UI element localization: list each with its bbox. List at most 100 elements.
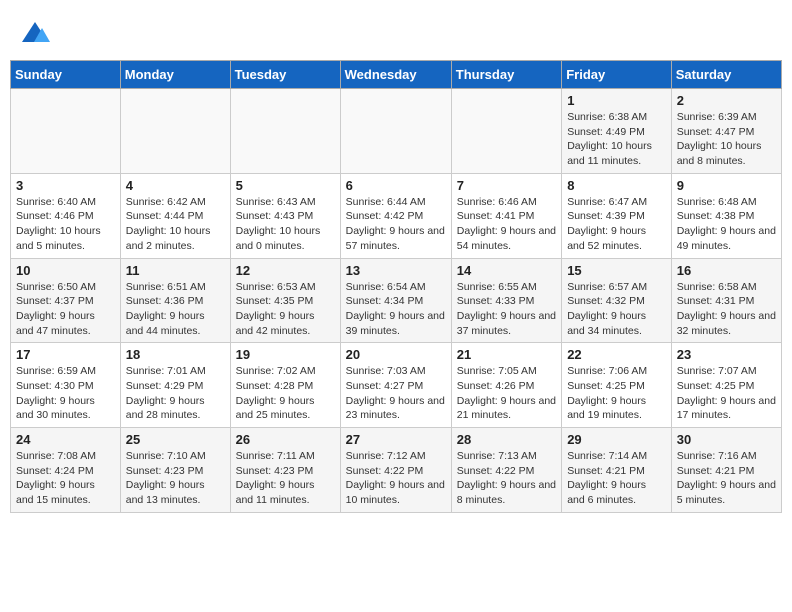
calendar-day-cell: 17 Sunrise: 6:59 AM Sunset: 4:30 PM Dayli… (11, 343, 121, 428)
day-number: 29 (567, 432, 666, 447)
day-number: 26 (236, 432, 335, 447)
calendar-day-cell: 26 Sunrise: 7:11 AM Sunset: 4:23 PM Dayli… (230, 428, 340, 513)
day-number: 27 (346, 432, 446, 447)
day-number: 5 (236, 178, 335, 193)
calendar-day-cell: 30Sunrise: 7:16 AM Sunset: 4:21 PM Dayli… (671, 428, 781, 513)
day-number: 13 (346, 263, 446, 278)
calendar-day-cell: 1 Sunrise: 6:38 AM Sunset: 4:49 PM Daylig… (562, 89, 672, 174)
calendar-day-cell: 7 Sunrise: 6:46 AM Sunset: 4:41 PM Daylig… (451, 173, 561, 258)
day-number: 4 (126, 178, 225, 193)
calendar-day-cell: 8 Sunrise: 6:47 AM Sunset: 4:39 PM Daylig… (562, 173, 672, 258)
calendar-weekday-header: Wednesday (340, 61, 451, 89)
calendar-weekday-header: Thursday (451, 61, 561, 89)
calendar-day-cell: 29Sunrise: 7:14 AM Sunset: 4:21 PM Dayli… (562, 428, 672, 513)
day-number: 24 (16, 432, 115, 447)
day-info: Sunrise: 6:44 AM Sunset: 4:42 PM Dayligh… (346, 195, 446, 254)
day-info: Sunrise: 6:53 AM Sunset: 4:35 PM Dayligh… (236, 280, 335, 339)
calendar-day-cell: 3 Sunrise: 6:40 AM Sunset: 4:46 PM Daylig… (11, 173, 121, 258)
day-info: Sunrise: 6:48 AM Sunset: 4:38 PM Dayligh… (677, 195, 776, 254)
day-number: 2 (677, 93, 776, 108)
calendar-day-cell: 27 Sunrise: 7:12 AM Sunset: 4:22 PM Dayli… (340, 428, 451, 513)
calendar-weekday-header: Sunday (11, 61, 121, 89)
calendar-weekday-header: Monday (120, 61, 230, 89)
day-info: Sunrise: 6:46 AM Sunset: 4:41 PM Dayligh… (457, 195, 556, 254)
calendar-day-cell: 11Sunrise: 6:51 AM Sunset: 4:36 PM Dayli… (120, 258, 230, 343)
calendar-day-cell: 15 Sunrise: 6:57 AM Sunset: 4:32 PM Dayli… (562, 258, 672, 343)
day-info: Sunrise: 6:55 AM Sunset: 4:33 PM Dayligh… (457, 280, 556, 339)
calendar-day-cell: 23 Sunrise: 7:07 AM Sunset: 4:25 PM Dayli… (671, 343, 781, 428)
calendar-day-cell: 24 Sunrise: 7:08 AM Sunset: 4:24 PM Dayli… (11, 428, 121, 513)
day-number: 1 (567, 93, 666, 108)
calendar-day-cell: 9 Sunrise: 6:48 AM Sunset: 4:38 PM Daylig… (671, 173, 781, 258)
calendar-weekday-header: Tuesday (230, 61, 340, 89)
day-number: 23 (677, 347, 776, 362)
day-info: Sunrise: 7:07 AM Sunset: 4:25 PM Dayligh… (677, 364, 776, 423)
day-number: 19 (236, 347, 335, 362)
day-number: 16 (677, 263, 776, 278)
day-info: Sunrise: 6:38 AM Sunset: 4:49 PM Dayligh… (567, 110, 666, 169)
calendar-day-cell: 13 Sunrise: 6:54 AM Sunset: 4:34 PM Dayli… (340, 258, 451, 343)
day-info: Sunrise: 6:54 AM Sunset: 4:34 PM Dayligh… (346, 280, 446, 339)
day-info: Sunrise: 7:03 AM Sunset: 4:27 PM Dayligh… (346, 364, 446, 423)
calendar-week-row: 3 Sunrise: 6:40 AM Sunset: 4:46 PM Daylig… (11, 173, 782, 258)
day-number: 8 (567, 178, 666, 193)
day-number: 7 (457, 178, 556, 193)
day-info: Sunrise: 6:50 AM Sunset: 4:37 PM Dayligh… (16, 280, 115, 339)
day-info: Sunrise: 7:10 AM Sunset: 4:23 PM Dayligh… (126, 449, 225, 508)
calendar-day-cell: 5Sunrise: 6:43 AM Sunset: 4:43 PM Daylig… (230, 173, 340, 258)
day-number: 12 (236, 263, 335, 278)
day-info: Sunrise: 6:39 AM Sunset: 4:47 PM Dayligh… (677, 110, 776, 169)
day-number: 9 (677, 178, 776, 193)
calendar-day-cell (120, 89, 230, 174)
calendar-day-cell: 4 Sunrise: 6:42 AM Sunset: 4:44 PM Daylig… (120, 173, 230, 258)
calendar-day-cell: 20 Sunrise: 7:03 AM Sunset: 4:27 PM Dayli… (340, 343, 451, 428)
day-info: Sunrise: 6:59 AM Sunset: 4:30 PM Dayligh… (16, 364, 115, 423)
day-number: 22 (567, 347, 666, 362)
day-info: Sunrise: 7:16 AM Sunset: 4:21 PM Dayligh… (677, 449, 776, 508)
calendar-day-cell: 18 Sunrise: 7:01 AM Sunset: 4:29 PM Dayli… (120, 343, 230, 428)
calendar-day-cell: 21Sunrise: 7:05 AM Sunset: 4:26 PM Dayli… (451, 343, 561, 428)
calendar-day-cell: 28Sunrise: 7:13 AM Sunset: 4:22 PM Dayli… (451, 428, 561, 513)
day-info: Sunrise: 7:08 AM Sunset: 4:24 PM Dayligh… (16, 449, 115, 508)
day-info: Sunrise: 7:05 AM Sunset: 4:26 PM Dayligh… (457, 364, 556, 423)
calendar-day-cell: 6 Sunrise: 6:44 AM Sunset: 4:42 PM Daylig… (340, 173, 451, 258)
day-number: 28 (457, 432, 556, 447)
day-number: 14 (457, 263, 556, 278)
calendar-day-cell (11, 89, 121, 174)
day-number: 15 (567, 263, 666, 278)
day-info: Sunrise: 6:57 AM Sunset: 4:32 PM Dayligh… (567, 280, 666, 339)
day-number: 3 (16, 178, 115, 193)
day-info: Sunrise: 7:06 AM Sunset: 4:25 PM Dayligh… (567, 364, 666, 423)
calendar-day-cell: 10Sunrise: 6:50 AM Sunset: 4:37 PM Dayli… (11, 258, 121, 343)
calendar-week-row: 17 Sunrise: 6:59 AM Sunset: 4:30 PM Dayli… (11, 343, 782, 428)
logo-icon (20, 20, 50, 50)
day-number: 6 (346, 178, 446, 193)
calendar-weekday-header: Friday (562, 61, 672, 89)
calendar-day-cell (230, 89, 340, 174)
calendar-day-cell: 2 Sunrise: 6:39 AM Sunset: 4:47 PM Daylig… (671, 89, 781, 174)
calendar-week-row: 10Sunrise: 6:50 AM Sunset: 4:37 PM Dayli… (11, 258, 782, 343)
day-number: 20 (346, 347, 446, 362)
calendar-week-row: 1 Sunrise: 6:38 AM Sunset: 4:49 PM Daylig… (11, 89, 782, 174)
day-number: 17 (16, 347, 115, 362)
calendar-header-row: SundayMondayTuesdayWednesdayThursdayFrid… (11, 61, 782, 89)
calendar-table: SundayMondayTuesdayWednesdayThursdayFrid… (10, 60, 782, 513)
calendar-day-cell: 16 Sunrise: 6:58 AM Sunset: 4:31 PM Dayli… (671, 258, 781, 343)
page-header (10, 10, 782, 55)
day-info: Sunrise: 6:58 AM Sunset: 4:31 PM Dayligh… (677, 280, 776, 339)
calendar-weekday-header: Saturday (671, 61, 781, 89)
day-number: 18 (126, 347, 225, 362)
day-number: 11 (126, 263, 225, 278)
day-info: Sunrise: 6:47 AM Sunset: 4:39 PM Dayligh… (567, 195, 666, 254)
day-info: Sunrise: 6:42 AM Sunset: 4:44 PM Dayligh… (126, 195, 225, 254)
calendar-day-cell: 25 Sunrise: 7:10 AM Sunset: 4:23 PM Dayli… (120, 428, 230, 513)
day-info: Sunrise: 7:12 AM Sunset: 4:22 PM Dayligh… (346, 449, 446, 508)
day-info: Sunrise: 7:11 AM Sunset: 4:23 PM Dayligh… (236, 449, 335, 508)
day-number: 25 (126, 432, 225, 447)
logo (20, 20, 54, 50)
day-info: Sunrise: 6:40 AM Sunset: 4:46 PM Dayligh… (16, 195, 115, 254)
calendar-day-cell: 12 Sunrise: 6:53 AM Sunset: 4:35 PM Dayli… (230, 258, 340, 343)
calendar-day-cell: 22 Sunrise: 7:06 AM Sunset: 4:25 PM Dayli… (562, 343, 672, 428)
day-info: Sunrise: 7:01 AM Sunset: 4:29 PM Dayligh… (126, 364, 225, 423)
day-info: Sunrise: 7:02 AM Sunset: 4:28 PM Dayligh… (236, 364, 335, 423)
